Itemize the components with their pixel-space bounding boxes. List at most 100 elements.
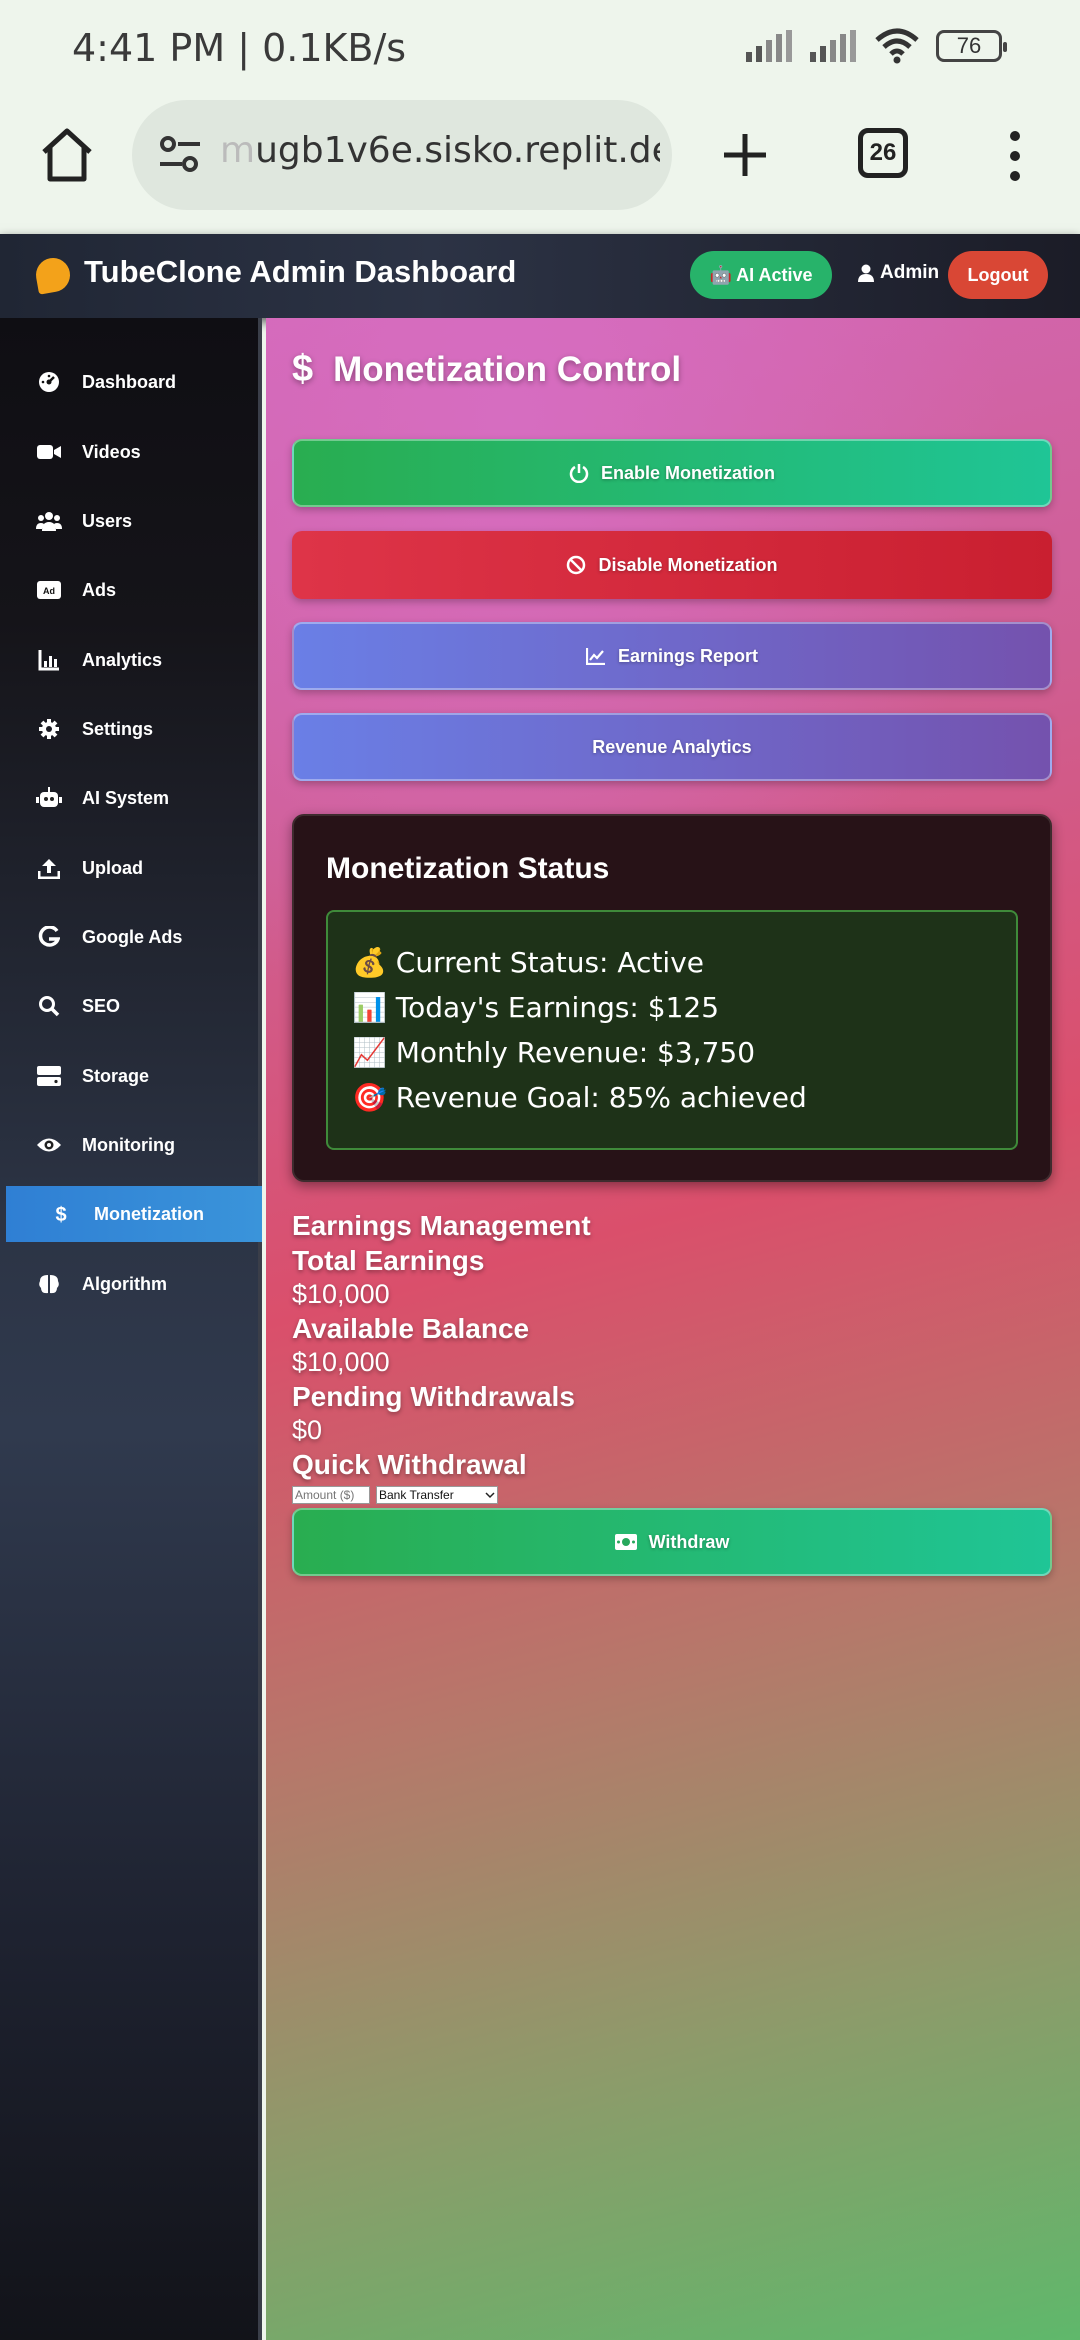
total-earnings-value: $10,000 [292,1279,390,1309]
user-icon [858,264,874,282]
admin-label: Admin [880,262,940,283]
sidebar: Dashboard Videos Users Ad Ads Analytics … [0,318,262,2340]
logo-icon [33,255,73,295]
address-bar[interactable]: mugb1v6e.sisko.replit.dev [132,100,672,210]
sidebar-item-storage[interactable]: Storage [0,1048,258,1104]
sidebar-item-dashboard[interactable]: Dashboard [0,354,258,410]
admin-user[interactable]: Admin [858,262,939,284]
total-earnings-label: Total Earnings [292,1245,485,1276]
earnings-heading: Earnings Management [292,1210,591,1241]
robot-icon [36,785,62,811]
sidebar-item-label: Settings [82,718,154,739]
revenue-analytics-label: Revenue Analytics [592,736,752,757]
sidebar-item-ai-system[interactable]: AI System [0,770,258,826]
url-faded-part: m [220,130,256,171]
sidebar-item-seo[interactable]: SEO [0,978,258,1034]
todays-earnings: 📊 Today's Earnings: $125 [352,991,720,1024]
logout-button[interactable]: Logout [948,251,1048,299]
money-icon [614,1534,637,1550]
sidebar-item-label: Videos [82,441,141,462]
earnings-report-button[interactable]: Earnings Report [292,622,1052,690]
pending-withdrawals-label: Pending Withdrawals [292,1381,575,1412]
sidebar-item-algorithm[interactable]: Algorithm [0,1256,258,1312]
sidebar-item-label: SEO [82,995,121,1016]
google-icon [36,924,62,950]
sidebar-item-users[interactable]: Users [0,493,258,549]
status-icons: 76 [746,28,1007,64]
sidebar-item-upload[interactable]: Upload [0,840,258,896]
revenue-analytics-button[interactable]: Revenue Analytics [292,713,1052,781]
pending-withdrawals-value: $0 [292,1415,323,1445]
enable-monetization-label: Enable Monetization [600,462,775,483]
available-balance-value: $10,000 [292,1347,390,1377]
withdraw-label: Withdraw [648,1531,730,1552]
site-settings-icon[interactable] [156,130,204,178]
status-time: 4:41 PM | 0.1KB/s [72,26,407,70]
sidebar-item-label: Analytics [82,649,163,670]
page-title-text: Monetization Control [333,349,682,389]
sidebar-item-label: Monetization [94,1203,204,1224]
gear-icon [36,716,62,742]
sidebar-item-videos[interactable]: Videos [0,424,258,480]
dollar-icon: $ [292,348,314,390]
sidebar-item-monitoring[interactable]: Monitoring [0,1117,258,1173]
disable-monetization-button[interactable]: Disable Monetization [292,531,1052,599]
sidebar-item-monetization[interactable]: $ Monetization [6,1186,262,1242]
monetization-status-card: Monetization Status 💰 Current Status: Ac… [292,814,1052,1182]
battery-icon: 76 [936,30,1007,62]
tab-switcher-button[interactable]: 26 [858,128,908,178]
url-main-part: ugb1v6e.sisko.replit.dev [255,130,660,171]
search-icon [36,993,62,1019]
new-tab-icon[interactable] [714,124,776,186]
battery-level: 76 [956,33,982,58]
current-status: 💰 Current Status: Active [352,946,704,979]
payment-method-select[interactable]: Bank Transfer [376,1486,498,1504]
sidebar-item-label: Upload [82,857,143,878]
chart-icon [36,647,62,673]
sidebar-item-label: Dashboard [82,371,177,392]
enable-monetization-button[interactable]: Enable Monetization [292,439,1052,507]
gauge-icon [36,369,62,395]
line-chart-icon [585,648,605,665]
main-content: $ Monetization Control Enable Monetizati… [266,318,1080,2340]
browser-toolbar: mugb1v6e.sisko.replit.dev 26 [0,100,1080,234]
status-details: 💰 Current Status: Active 📊 Today's Earni… [326,910,1018,1150]
ban-icon [567,555,586,575]
withdrawal-form: Bank Transfer [292,1486,498,1504]
dollar-icon: $ [48,1201,74,1227]
monthly-revenue: 📈 Monthly Revenue: $3,750 [352,1036,756,1069]
ai-active-badge[interactable]: 🤖 AI Active [690,251,832,299]
sidebar-item-label: Algorithm [82,1273,167,1294]
sidebar-item-analytics[interactable]: Analytics [0,632,258,688]
system-status-bar: 4:41 PM | 0.1KB/s 76 [0,0,1080,100]
amount-input[interactable] [292,1486,370,1504]
users-icon [36,508,62,534]
sidebar-item-label: Monitoring [82,1134,175,1155]
sidebar-item-ads[interactable]: Ad Ads [0,562,258,618]
revenue-goal: 🎯 Revenue Goal: 85% achieved [352,1081,807,1114]
power-icon [569,464,589,483]
sidebar-item-label: AI System [82,787,170,808]
svg-text:Ad: Ad [43,586,55,596]
sidebar-item-settings[interactable]: Settings [0,701,258,757]
sidebar-item-label: Google Ads [82,926,183,947]
upload-icon [36,855,62,881]
eye-icon [36,1132,62,1158]
payment-method-value: Bank Transfer [379,1488,454,1502]
available-balance-label: Available Balance [292,1313,530,1344]
svg-text:$: $ [55,1204,66,1225]
storage-icon [36,1063,62,1089]
sidebar-item-label: Users [82,510,133,531]
url-text[interactable]: mugb1v6e.sisko.replit.dev [220,130,660,171]
brain-icon [36,1271,62,1297]
wifi-icon [875,28,919,64]
home-icon[interactable] [36,124,98,186]
more-menu-icon[interactable] [1000,128,1030,184]
page-title: $ Monetization Control [292,348,681,391]
withdraw-button[interactable]: Withdraw [292,1508,1052,1576]
sidebar-item-google-ads[interactable]: Google Ads [0,909,258,965]
disable-monetization-label: Disable Monetization [598,554,778,575]
status-card-title: Monetization Status [326,852,610,885]
video-icon [36,439,62,465]
ad-icon: Ad [36,577,62,603]
